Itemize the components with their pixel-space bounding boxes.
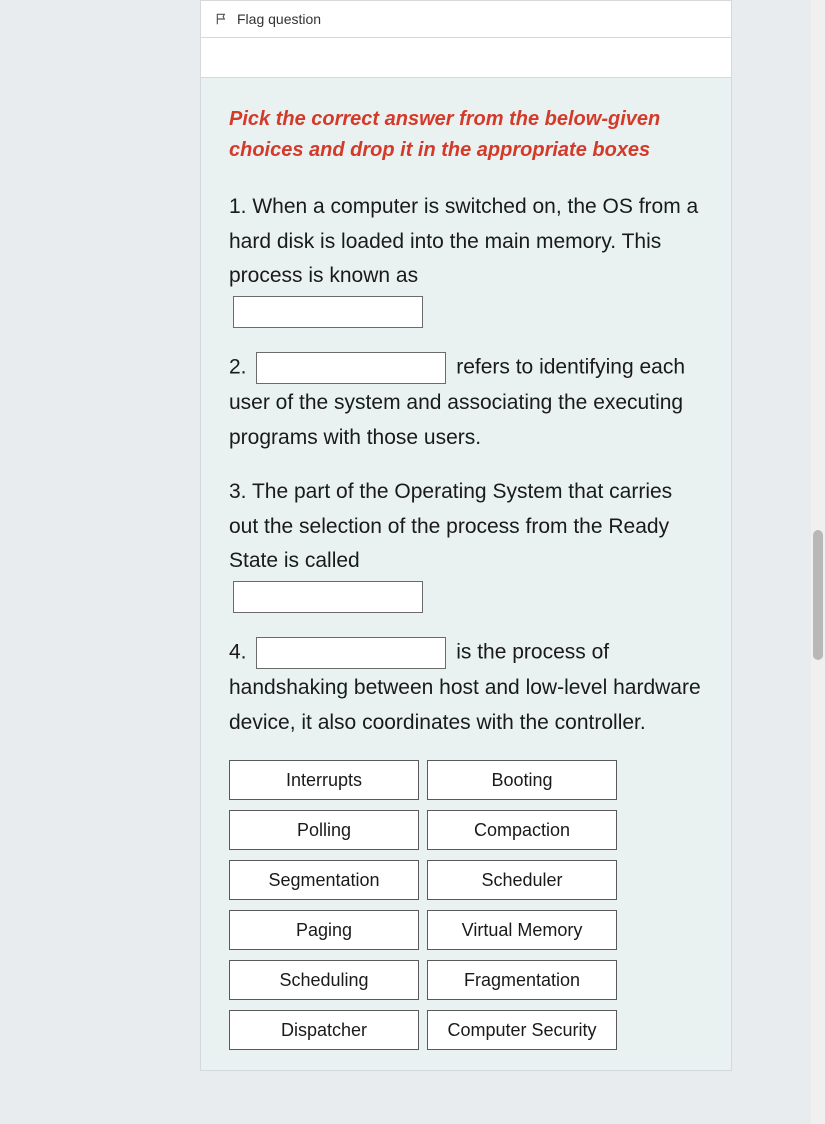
question-4: 4. is the process of handshaking between… — [229, 635, 703, 740]
dropzone-q2[interactable] — [256, 352, 446, 384]
q1-text: 1. When a computer is switched on, the O… — [229, 195, 698, 287]
flag-icon — [215, 12, 229, 26]
instruction-text: Pick the correct answer from the below-g… — [229, 104, 703, 166]
dropzone-q1[interactable] — [233, 296, 423, 328]
spacer — [200, 38, 732, 78]
choice-paging[interactable]: Paging — [229, 910, 419, 950]
flag-question-bar[interactable]: Flag question — [200, 0, 732, 38]
scrollbar-thumb[interactable] — [813, 530, 823, 660]
choice-virtual-memory[interactable]: Virtual Memory — [427, 910, 617, 950]
choice-fragmentation[interactable]: Fragmentation — [427, 960, 617, 1000]
flag-question-label: Flag question — [237, 11, 321, 27]
q4-pre: 4. — [229, 641, 252, 664]
choice-scheduler[interactable]: Scheduler — [427, 860, 617, 900]
question-3: 3. The part of the Operating System that… — [229, 475, 703, 615]
question-1: 1. When a computer is switched on, the O… — [229, 190, 703, 330]
choice-segmentation[interactable]: Segmentation — [229, 860, 419, 900]
choice-dispatcher[interactable]: Dispatcher — [229, 1010, 419, 1050]
choice-scheduling[interactable]: Scheduling — [229, 960, 419, 1000]
choice-booting[interactable]: Booting — [427, 760, 617, 800]
question-2: 2. refers to identifying each user of th… — [229, 350, 703, 455]
choice-computer-security[interactable]: Computer Security — [427, 1010, 617, 1050]
dropzone-q3[interactable] — [233, 581, 423, 613]
q3-text: 3. The part of the Operating System that… — [229, 480, 672, 572]
choices-container: Interrupts Booting Polling Compaction Se… — [229, 760, 629, 1050]
scrollbar[interactable] — [811, 0, 825, 1124]
choice-polling[interactable]: Polling — [229, 810, 419, 850]
question-body: Pick the correct answer from the below-g… — [200, 78, 732, 1071]
dropzone-q4[interactable] — [256, 637, 446, 669]
q2-pre: 2. — [229, 355, 252, 378]
choice-compaction[interactable]: Compaction — [427, 810, 617, 850]
choice-interrupts[interactable]: Interrupts — [229, 760, 419, 800]
